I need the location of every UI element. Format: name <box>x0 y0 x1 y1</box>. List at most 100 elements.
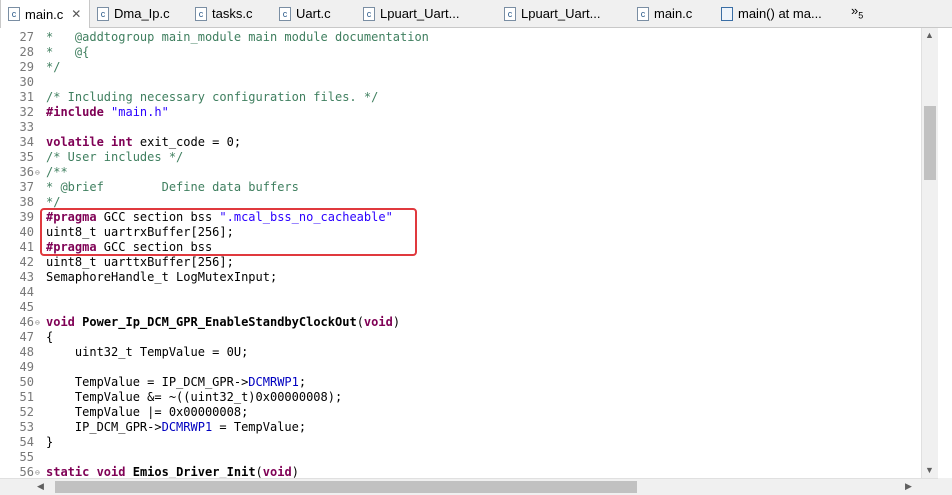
fold-toggle-icon[interactable]: ⊖ <box>35 465 40 478</box>
code-line[interactable]: 27 * @addtogroup main_module main module … <box>0 30 921 45</box>
tab-7[interactable]: main() at ma... <box>714 0 844 27</box>
code-token: uint8_t uarttxBuffer[256]; <box>46 255 234 269</box>
code-line[interactable]: 29 */ <box>0 60 921 75</box>
c-file-icon: c <box>637 6 649 21</box>
tab-6[interactable]: c main.c <box>630 0 714 27</box>
tab-label: Lpuart_Uart... <box>521 6 601 21</box>
line-number: 52 <box>19 405 34 419</box>
code-token: ) <box>291 465 299 478</box>
code-line[interactable]: 43 SemaphoreHandle_t LogMutexInput; <box>0 270 921 285</box>
line-number: 41 <box>19 240 34 254</box>
code-line[interactable]: 34 volatile int exit_code = 0; <box>0 135 921 150</box>
line-number: 46 <box>19 315 34 329</box>
code-line[interactable]: 48 uint32_t TempValue = 0U; <box>0 345 921 360</box>
tab-4[interactable]: c Lpuart_Uart... <box>356 0 497 27</box>
code-line[interactable]: 36 ⊖ /** <box>0 165 921 180</box>
code-token: DCMRWP1 <box>161 420 213 434</box>
code-token: ( <box>356 315 364 329</box>
line-number: 28 <box>19 45 34 59</box>
c-file-icon: c <box>8 7 20 21</box>
code-text: uint32_t TempValue = 0U; <box>46 345 248 360</box>
code-token: "main.h" <box>111 105 169 119</box>
line-number: 37 <box>19 180 34 194</box>
code-text: /* Including necessary configuration fil… <box>46 90 378 105</box>
line-number: 39 <box>19 210 34 224</box>
tab-overflow-button[interactable]: »5 <box>851 3 863 21</box>
code-line[interactable]: 44 <box>0 285 921 300</box>
vertical-scrollbar[interactable]: ▲ ▼ <box>921 28 938 478</box>
line-number: 30 <box>19 75 34 89</box>
code-text: * @brief Define data buffers <box>46 180 299 195</box>
code-line[interactable]: 35 /* User includes */ <box>0 150 921 165</box>
scroll-left-arrow-icon[interactable]: ◀ <box>37 481 44 492</box>
line-number: 49 <box>19 360 34 374</box>
code-line[interactable]: 56 ⊖ static void Emios_Driver_Init(void) <box>0 465 921 478</box>
horizontal-scroll-thumb[interactable] <box>55 481 637 493</box>
fold-toggle-icon[interactable]: ⊖ <box>35 315 40 330</box>
close-tab-icon[interactable]: ✕ <box>71 7 81 21</box>
line-number: 36 <box>19 165 34 179</box>
code-line[interactable]: 50 TempValue = IP_DCM_GPR->DCMRWP1; <box>0 375 921 390</box>
code-line[interactable]: 42 uint8_t uarttxBuffer[256]; <box>0 255 921 270</box>
code-token: DCMRWP1 <box>248 375 299 389</box>
code-text: * @{ <box>46 45 89 60</box>
tab-label: Dma_Ip.c <box>114 6 170 21</box>
c-file-icon: c <box>504 6 516 21</box>
code-line[interactable]: 46 ⊖ void Power_Ip_DCM_GPR_EnableStandbyCl… <box>0 315 921 330</box>
code-token: } <box>46 435 54 449</box>
code-token: */ <box>46 195 61 209</box>
tab-1[interactable]: c Dma_Ip.c <box>90 0 188 27</box>
scroll-right-arrow-icon[interactable]: ▶ <box>905 481 912 492</box>
line-number: 44 <box>19 285 34 299</box>
code-text: * @addtogroup main_module main module do… <box>46 30 429 45</box>
code-token: TempValue |= 0x00000008; <box>46 405 249 419</box>
code-line[interactable]: 52 TempValue |= 0x00000008; <box>0 405 921 420</box>
vertical-scroll-thumb[interactable] <box>924 106 936 180</box>
code-line[interactable]: 31 /* Including necessary configuration f… <box>0 90 921 105</box>
code-line[interactable]: 47 { <box>0 330 921 345</box>
line-number: 55 <box>19 450 34 464</box>
tab-2[interactable]: c tasks.c <box>188 0 272 27</box>
line-number: 27 <box>19 30 34 44</box>
code-text: #include "main.h" <box>46 105 169 120</box>
scroll-down-arrow-icon[interactable]: ▼ <box>925 465 934 475</box>
c-file-icon: c <box>279 6 291 21</box>
line-number: 50 <box>19 375 34 389</box>
code-line[interactable]: 49 <box>0 360 921 375</box>
code-line[interactable]: 55 <box>0 450 921 465</box>
code-token: void <box>262 465 292 478</box>
code-line[interactable]: 45 <box>0 300 921 315</box>
code-token: #include <box>46 105 112 119</box>
code-token: ) <box>392 315 401 329</box>
code-token: IP_DCM_GPR-> <box>46 420 162 434</box>
tab-5[interactable]: c Lpuart_Uart... <box>497 0 630 27</box>
line-number: 40 <box>19 225 34 239</box>
code-token: uint32_t TempValue = 0U; <box>46 345 249 359</box>
tab-label: main.c <box>25 6 64 22</box>
line-number: 56 <box>19 465 34 478</box>
code-line[interactable]: 32 #include "main.h" <box>0 105 921 120</box>
line-number: 29 <box>19 60 34 74</box>
code-line[interactable]: 28 * @{ <box>0 45 921 60</box>
tab-0[interactable]: c main.c ✕ <box>0 0 90 28</box>
code-line[interactable]: 37 * @brief Define data buffers <box>0 180 921 195</box>
code-line[interactable]: 53 IP_DCM_GPR->DCMRWP1 = TempValue; <box>0 420 921 435</box>
code-token: exit_code = 0; <box>132 135 242 149</box>
code-line[interactable]: 33 <box>0 120 921 135</box>
code-line[interactable]: 30 <box>0 75 921 90</box>
code-text: */ <box>46 60 60 75</box>
tab-3[interactable]: c Uart.c <box>272 0 356 27</box>
horizontal-scrollbar[interactable]: ◀ ▶ <box>0 478 938 495</box>
line-number: 48 <box>19 345 34 359</box>
code-line[interactable]: 51 TempValue &= ~((uint32_t)0x00000008); <box>0 390 921 405</box>
tab-label: main.c <box>654 6 693 21</box>
code-line[interactable]: 54} <box>0 435 921 450</box>
line-number: 51 <box>19 390 34 404</box>
code-token: * @brief Define data buffers <box>46 180 299 194</box>
function-icon <box>721 6 733 21</box>
line-number: 32 <box>19 105 34 119</box>
fold-toggle-icon[interactable]: ⊖ <box>35 165 40 180</box>
scroll-up-arrow-icon[interactable]: ▲ <box>925 30 934 40</box>
code-token: static void <box>46 465 126 478</box>
